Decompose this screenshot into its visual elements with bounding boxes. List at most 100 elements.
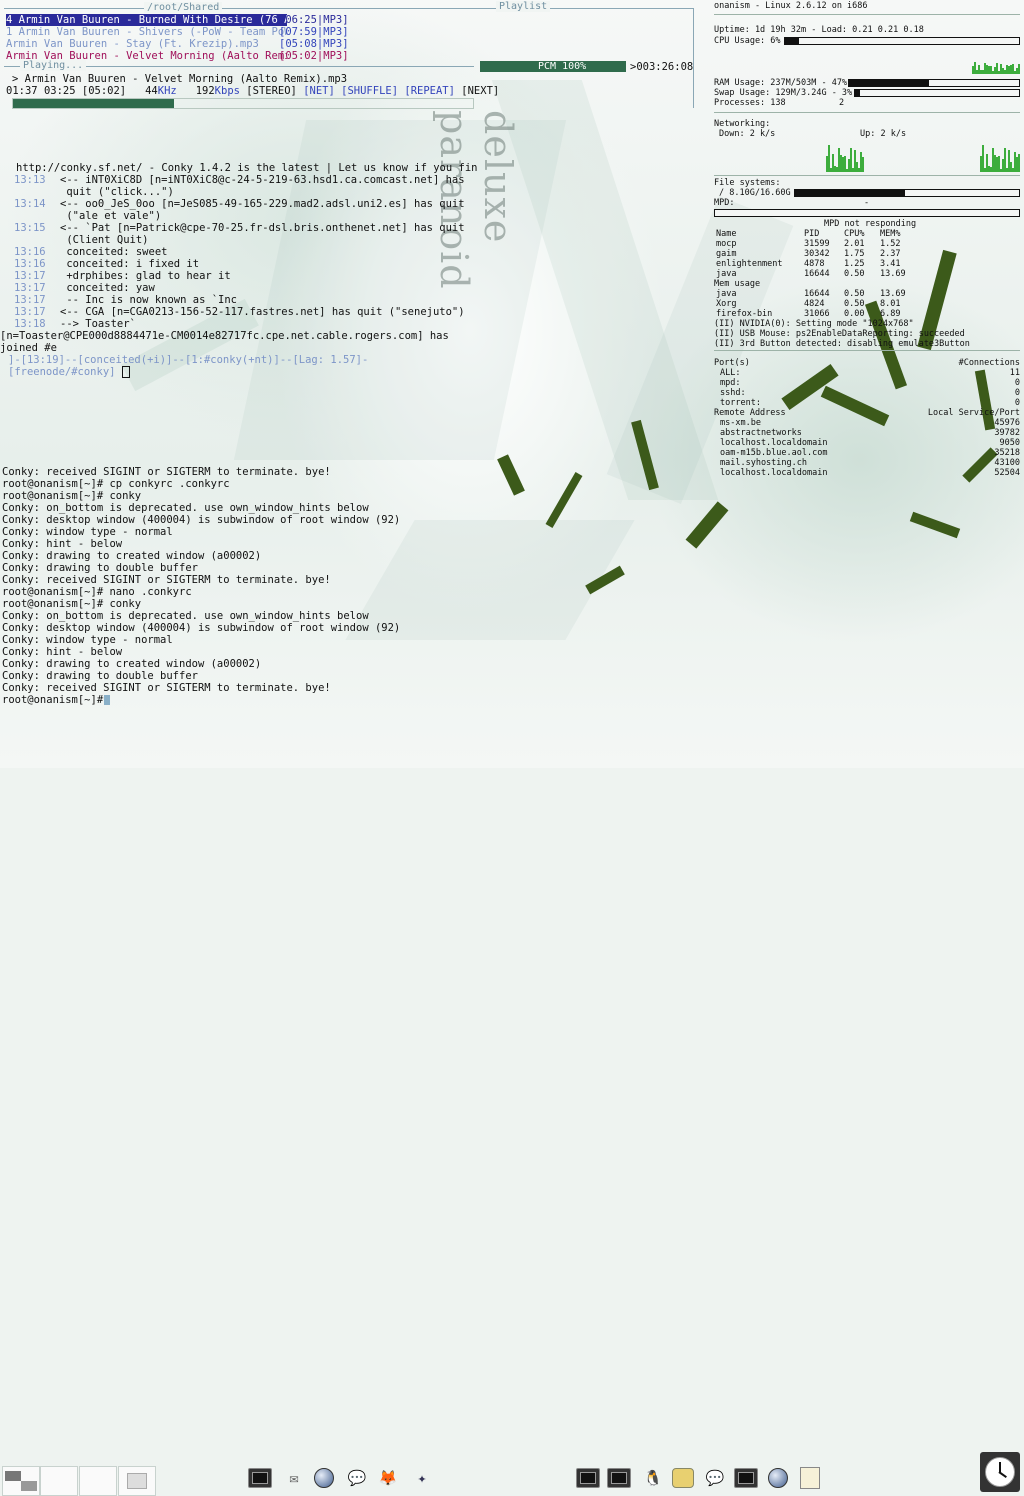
irc-message-text: -- Inc is now known as `Inc <box>60 294 238 306</box>
terminal-line: Conky: received SIGINT or SIGTERM to ter… <box>2 574 331 586</box>
net-toggle[interactable]: [NET] <box>303 85 335 97</box>
mpd-status: MPD not responding <box>824 219 917 229</box>
terminal-icon[interactable] <box>576 1466 600 1490</box>
conky-system-monitor: onanism - Linux 2.6.12 on i686 Uptime: 1… <box>714 0 1024 490</box>
playlist-row[interactable]: 1 Armin Van Buuren - Shivers (-PoW - Tea… <box>6 26 287 38</box>
xchat-icon[interactable]: 💬 <box>703 1466 727 1490</box>
tux-icon[interactable]: 🐧 <box>641 1466 665 1490</box>
irc-timestamp: 13:18 <box>14 318 46 330</box>
process-table-cell: 13.69 <box>880 269 906 279</box>
local-port: 43100 <box>994 458 1020 468</box>
terminal-cursor[interactable] <box>104 695 110 705</box>
playlist-row[interactable]: 4 Armin Van Buuren - Burned With Desire … <box>6 14 287 26</box>
desktop-pager-2[interactable] <box>40 1466 78 1496</box>
now-playing-panel: Playing... PCM 100% >003:26:08 > Armin V… <box>4 60 694 109</box>
mail-icon[interactable]: ✉ <box>282 1466 306 1490</box>
irc-channel[interactable]: [freenode/#conky] <box>8 366 130 378</box>
port-connection-count: 0 <box>1014 388 1020 398</box>
irc-message: 13:16 conceited: i fixed it <box>14 258 199 270</box>
remote-address-title: Remote Address <box>714 408 786 418</box>
process-table-cell: 13.69 <box>880 289 906 299</box>
irc-message-text: conceited: i fixed it <box>60 258 200 270</box>
terminal-line: root@onanism[~]# conky <box>2 598 142 610</box>
process-table-cell: MEM% <box>880 229 901 239</box>
gaim-icon[interactable] <box>671 1466 695 1490</box>
process-table-cell: 3.41 <box>880 259 901 269</box>
terminal-line: Conky: drawing to double buffer <box>2 670 198 682</box>
remaining-time: >003:26:08 <box>630 61 694 73</box>
browser-icon[interactable] <box>312 1466 336 1490</box>
process-table-cell: 16644 <box>804 269 830 279</box>
desktop-pager-1[interactable] <box>2 1466 40 1496</box>
irc-timestamp: 13:13 <box>14 174 46 186</box>
repeat-toggle[interactable]: [REPEAT] <box>404 85 455 97</box>
mpd-label: MPD: <box>714 198 735 208</box>
ram-meter <box>848 79 1020 87</box>
playlist-title: /root/Shared <box>144 2 223 13</box>
running-count: 2 <box>839 98 845 108</box>
irc-topic: http://conky.sf.net/ - Conky 1.4.2 is th… <box>16 162 478 174</box>
terminal-line: Conky: window type - normal <box>2 526 173 538</box>
process-table-cell: 31599 <box>804 239 830 249</box>
process-table-cell: 1.52 <box>880 239 901 249</box>
local-port: 45976 <box>994 418 1020 428</box>
download-graph <box>826 140 864 172</box>
playlist-row[interactable]: Armin Van Buuren - Stay (Ft. Krezip).mp3 <box>6 38 287 50</box>
process-table-cell: 4878 <box>804 259 825 269</box>
process-table-cell: 4824 <box>804 299 825 309</box>
irc-message-text: --> Toaster` <box>60 318 136 330</box>
irc-message: 13:17 conceited: yaw <box>14 282 155 294</box>
irc-message-text: conceited: yaw <box>60 282 155 294</box>
uptime-load: Uptime: 1d 19h 32m - Load: 0.21 0.21 0.1… <box>714 25 924 35</box>
browser-icon[interactable] <box>766 1466 790 1490</box>
sample-rate-unit: KHz <box>157 85 177 97</box>
gimp-icon[interactable]: 🦊 <box>376 1466 400 1490</box>
irc-timestamp: 13:17 <box>14 282 46 294</box>
port-connection-count: 11 <box>1009 368 1020 378</box>
process-table-cell: 1.75 <box>844 249 865 259</box>
irc-join-line: joined #e <box>0 342 57 354</box>
desktop-pager-3[interactable] <box>79 1466 117 1496</box>
xorg-log-line: (II) NVIDIA(0): Setting mode "1024x768" <box>714 319 914 329</box>
irc-message-text: quit ("click...") <box>60 186 174 198</box>
terminal-icon[interactable] <box>734 1466 758 1490</box>
taskbar: ✉ 💬 🦊 ✦ 🐧 💬 <box>0 728 1024 1496</box>
chat-icon[interactable]: 💬 <box>345 1466 369 1490</box>
terminal-icon[interactable] <box>248 1466 272 1490</box>
process-table-cell: PID <box>804 229 820 239</box>
shuffle-toggle[interactable]: [SHUFFLE] <box>341 85 398 97</box>
process-count: Processes: 138 <box>714 98 786 108</box>
terminal-line: Conky: desktop window (400004) is subwin… <box>2 514 401 526</box>
clock-widget[interactable] <box>980 1452 1020 1492</box>
next-button[interactable]: [NEXT] <box>461 85 499 97</box>
terminal-line: Conky: hint - below <box>2 646 123 658</box>
cpu-meter <box>784 37 1020 45</box>
cpu-usage: CPU Usage: 6% <box>714 36 781 46</box>
terminal-icon[interactable] <box>607 1466 631 1490</box>
irc-input-cursor[interactable] <box>121 366 130 378</box>
divider <box>714 14 1020 15</box>
port-connection-count: 0 <box>1014 378 1020 388</box>
xchat-icon[interactable]: ✦ <box>410 1466 434 1490</box>
bitrate-unit: Kbps <box>214 85 240 97</box>
fs-root-meter <box>794 189 1020 197</box>
process-table-cell: 6.89 <box>880 309 901 319</box>
terminal-line: root@onanism[~]# <box>2 694 104 706</box>
process-table-cell: enlightenment <box>716 259 783 269</box>
cpu-graph <box>972 50 1020 74</box>
filesystems-title: File systems: <box>714 178 781 188</box>
notes-icon[interactable] <box>798 1466 822 1490</box>
divider <box>714 350 1020 351</box>
stereo-indicator: [STEREO] <box>246 85 297 97</box>
irc-message: 13:17 -- Inc is now known as `Inc <box>14 294 237 306</box>
irc-message-text: ("ale et vale") <box>60 210 162 222</box>
irc-message: quit ("click...") <box>14 186 174 198</box>
irc-timestamp: 13:17 <box>14 306 46 318</box>
desktop-pager-4[interactable] <box>118 1466 156 1496</box>
terminal-line: Conky: window type - normal <box>2 634 173 646</box>
remote-address: ms-xm.be <box>720 418 761 428</box>
seek-track[interactable] <box>12 98 474 109</box>
remote-address: oam-m15b.blue.aol.com <box>720 448 828 458</box>
irc-message-text: <-- iNT0XiC8D [n=iNT0XiC8@c-24-5-219-63.… <box>60 174 465 186</box>
terminal-line: Conky: hint - below <box>2 538 123 550</box>
